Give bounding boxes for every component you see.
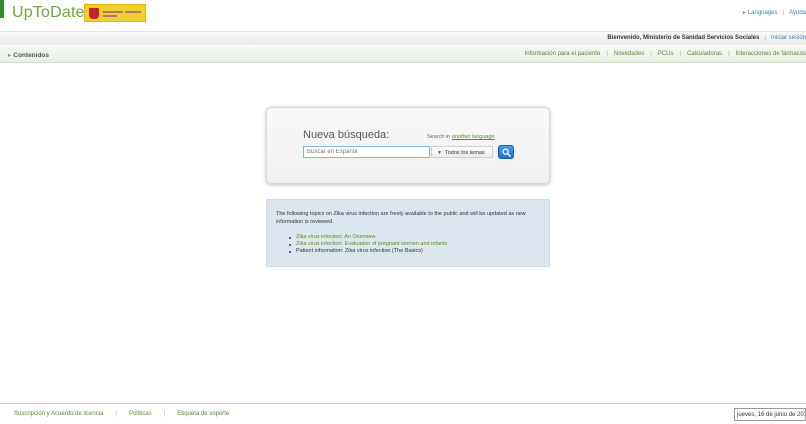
welcome-area: Bienvenido, Ministerio de Sanidad Servic… <box>607 35 806 41</box>
footer-policies-link[interactable]: Políticas <box>129 411 152 417</box>
topics-dropdown[interactable]: ▼ Todos los temas <box>431 146 493 158</box>
zika-evaluation-link[interactable]: Zika virus infection: Evaluation of preg… <box>296 241 447 247</box>
search-panel: Nueva búsqueda: Search in another langua… <box>266 107 550 184</box>
another-language-link[interactable]: another language <box>452 134 495 140</box>
brand-edge <box>0 0 4 18</box>
welcome-message: Bienvenido, Ministerio de Sanidad Servic… <box>607 35 760 41</box>
magnifier-icon <box>502 148 511 157</box>
search-language: Search in another language <box>427 134 495 140</box>
zika-patient-info-link[interactable]: Patient information: Zika virus infectio… <box>296 248 423 254</box>
nav-whats-new[interactable]: Novedades <box>614 51 644 57</box>
search-input[interactable] <box>303 146 430 158</box>
nav-drug-interactions[interactable]: Interacciones de fármacos <box>736 51 806 57</box>
list-item: Zika virus infection: Evaluation of preg… <box>289 241 447 248</box>
expand-arrow-icon: ▸ <box>8 52 12 59</box>
welcome-bar: Bienvenido, Ministerio de Sanidad Servic… <box>0 31 806 45</box>
login-link[interactable]: Iniciar sesión <box>771 35 806 41</box>
search-title: Nueva búsqueda: <box>303 129 390 141</box>
topics-label: Todos los temas <box>445 150 485 156</box>
list-item: Patient information: Zika virus infectio… <box>289 248 447 255</box>
nav-links: Información para el paciente | Novedades | P… <box>524 51 806 57</box>
nav-patient-info[interactable]: Información para el paciente <box>525 51 601 57</box>
contents-label: Contenidos <box>13 52 50 59</box>
help-link[interactable]: Ayuda <box>789 10 806 16</box>
footer-license-link[interactable]: Suscripción y Acuerdo de licencia <box>14 411 103 417</box>
nav-calculators[interactable]: Calculadoras <box>687 51 722 57</box>
top-links: ▸ Languages | Ayuda <box>742 10 806 16</box>
footer-links: Suscripción y Acuerdo de licencia | Políti… <box>14 411 230 417</box>
uptodate-logo[interactable]: UpToDate® <box>12 4 89 22</box>
logo-text: UpToDate <box>12 4 85 21</box>
zika-overview-link[interactable]: Zika virus infection: An Overview <box>296 234 375 240</box>
list-item: Zika virus infection: An Overview <box>289 234 447 241</box>
footer-support-tag-link[interactable]: Etiqueta de soporte <box>177 411 229 417</box>
zika-topic-list: Zika virus infection: An Overview Zika v… <box>289 234 447 255</box>
coat-of-arms-icon <box>89 8 99 19</box>
languages-link[interactable]: Languages <box>748 10 778 16</box>
nav-bar: ▸ Contenidos Información para el paciente… <box>0 46 806 63</box>
date-field: jueves, 16 de junio de 2016 <box>734 408 806 421</box>
contents-menu[interactable]: ▸ Contenidos <box>8 51 49 59</box>
search-button[interactable] <box>498 145 514 159</box>
header: UpToDate® ▸Languages|Ayuda <box>0 0 806 30</box>
dropdown-arrow-icon: ▼ <box>437 150 442 156</box>
footer: Suscripción y Acuerdo de licencia | Políti… <box>0 403 806 424</box>
zika-info-panel: The following topics on Zika virus infec… <box>266 199 550 267</box>
info-intro: The following topics on Zika virus infec… <box>276 211 526 225</box>
spain-government-badge-icon <box>84 4 146 22</box>
language-arrow-icon: ▸ <box>742 10 746 16</box>
nav-pcus[interactable]: PCUs <box>658 51 674 57</box>
